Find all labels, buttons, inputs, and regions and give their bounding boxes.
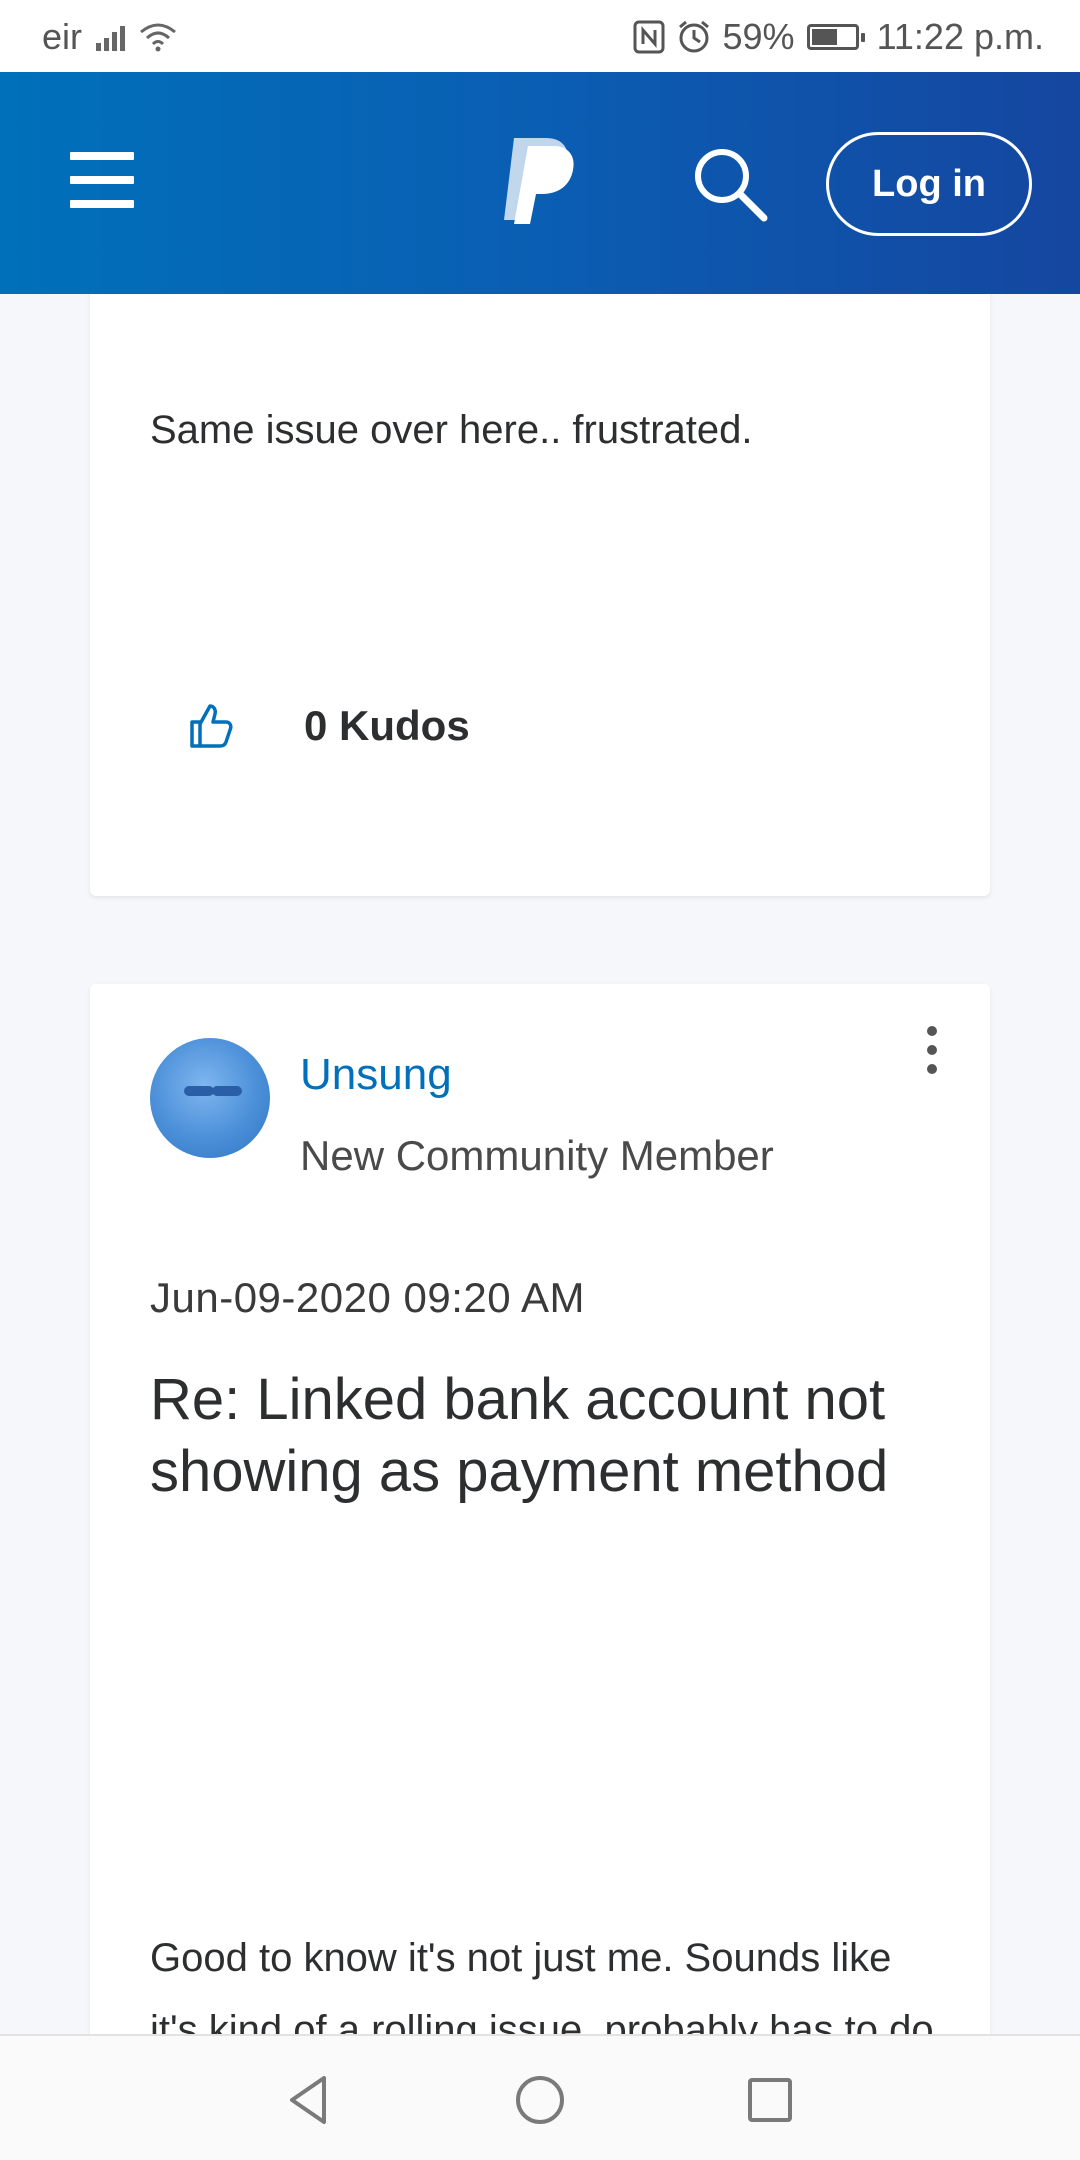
status-bar: eir 59% 11:22 p.m. [0,0,1080,72]
recent-apps-icon[interactable] [740,2070,800,2130]
system-nav-bar [0,2034,1080,2160]
thread-content[interactable]: Same issue over here.. frustrated. 0 Kud… [0,294,1080,2034]
paypal-logo[interactable] [500,134,578,224]
login-button[interactable]: Log in [826,132,1032,236]
search-icon[interactable] [690,144,770,224]
thumbs-up-icon[interactable] [186,702,234,750]
battery-fill [811,29,837,45]
carrier-label: eir [42,16,83,57]
reply-card: Same issue over here.. frustrated. 0 Kud… [90,294,990,896]
clock: 11:22 p.m. [876,16,1044,57]
kudos-count: 0 Kudos [304,702,470,749]
home-icon[interactable] [510,2070,570,2130]
reply-card: Unsung New Community Member Jun-09-2020 … [90,984,990,2034]
more-options-icon[interactable] [914,1018,950,1082]
status-left: eir [42,16,177,58]
post-body: Same issue over here.. frustrated. [150,408,753,452]
app-header: Log in [0,72,1080,294]
wifi-icon [140,23,176,52]
kudos-row: 0 Kudos [186,702,470,750]
battery-icon [806,24,865,50]
post-date: Jun-09-2020 09:20 AM [150,1274,585,1321]
battery-percent: 59% [722,16,795,57]
avatar[interactable] [150,1038,270,1158]
author-link[interactable]: Unsung [300,1050,452,1100]
alarm-icon [678,20,709,53]
back-icon[interactable] [280,2070,340,2130]
nfc-icon [633,20,664,54]
post-body: Good to know it's not just me. Sounds li… [150,1936,934,2034]
post-title: Re: Linked bank account not showing as p… [150,1367,889,1504]
status-right: 59% 11:22 p.m. [633,16,1044,58]
signal-icon [96,23,126,51]
author-rank: New Community Member [300,1132,774,1179]
hamburger-icon[interactable] [70,152,134,208]
